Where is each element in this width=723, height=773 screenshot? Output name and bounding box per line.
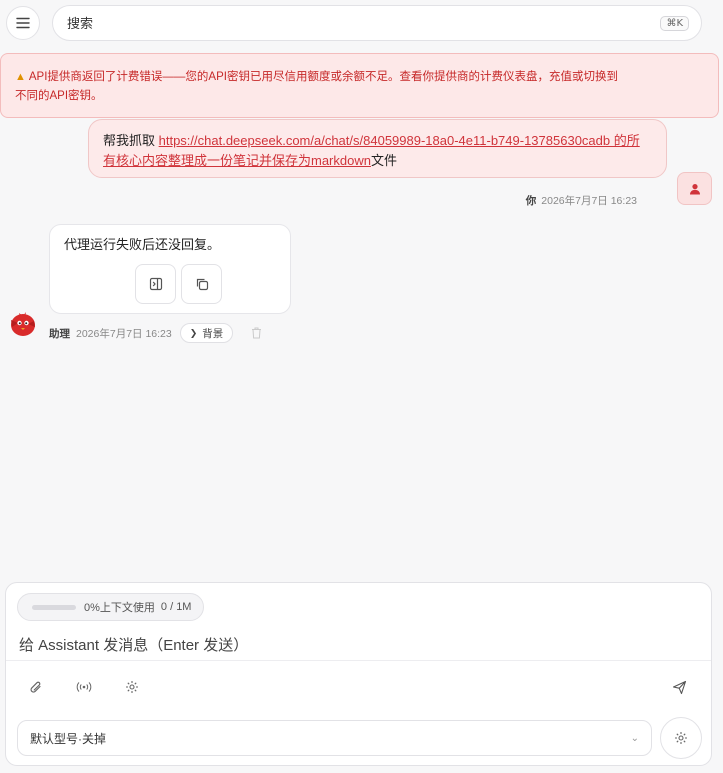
menu-button[interactable]	[6, 6, 40, 40]
user-author: 你	[525, 195, 537, 207]
composer-toolbar	[26, 677, 142, 697]
assistant-message-actions	[135, 264, 222, 304]
user-message-suffix: 文件	[370, 153, 397, 168]
chevron-right-icon: ❯	[189, 327, 198, 338]
trash-icon	[252, 327, 262, 339]
broadcast-button[interactable]	[74, 677, 94, 697]
context-usage-tokens: 0 / 1M	[160, 601, 192, 613]
chevron-down-icon: ⌄	[630, 732, 639, 744]
gear-icon	[675, 732, 687, 744]
broadcast-icon	[76, 682, 92, 692]
user-icon	[689, 183, 700, 194]
paperclip-icon	[30, 681, 41, 693]
user-message-prefix: 帮我抓取	[103, 133, 159, 148]
user-message-bubble: 帮我抓取 https://chat.deepseek.com/a/chat/s/…	[88, 119, 667, 178]
copy-icon	[196, 278, 208, 291]
assistant-avatar	[6, 307, 39, 340]
send-icon	[672, 680, 686, 694]
message-composer: 0%上下文使用 0 / 1M 默认型号·关掉 ⌄	[5, 582, 712, 766]
open-panel-button[interactable]	[135, 264, 176, 304]
composer-divider	[6, 660, 711, 661]
error-line-2: 不同的API密钥。	[15, 90, 103, 102]
user-timestamp: 2026年7月7日 16:23	[541, 195, 637, 207]
top-bar: ⌘K	[0, 0, 723, 46]
search-shortcut-badge: ⌘K	[660, 15, 689, 31]
red-bird-logo-icon	[11, 312, 35, 336]
context-usage-percent: 0%上下文使用	[84, 602, 155, 614]
context-usage-bar	[32, 604, 76, 610]
settings-button[interactable]	[122, 677, 142, 697]
warning-icon: ▲	[15, 71, 26, 83]
side-panel-icon	[149, 277, 162, 291]
assistant-message-text: 代理运行失败后还没回复。	[64, 237, 221, 252]
hamburger-icon	[16, 17, 30, 29]
user-avatar[interactable]	[677, 172, 712, 205]
model-settings-button[interactable]	[660, 717, 702, 759]
gear-icon	[126, 681, 138, 693]
search-input[interactable]	[67, 15, 661, 31]
assistant-message-meta: 助理 2026年7月7日 16:23 ❯ 背景	[49, 323, 262, 343]
assistant-message-bubble: 代理运行失败后还没回复。	[49, 224, 291, 314]
model-select[interactable]: 默认型号·关掉 ⌄	[17, 720, 652, 756]
background-toggle-button[interactable]: ❯ 背景	[179, 323, 234, 343]
billing-error-banner: ▲ API提供商返回了计费错误——您的API密钥已用尽信用额度或余额不足。查看你提…	[0, 53, 719, 118]
user-message-meta: 你 2026年7月7日 16:23	[526, 193, 637, 208]
assistant-timestamp: 2026年7月7日 16:23	[76, 327, 172, 340]
error-line-1: ▲ API提供商返回了计费错误——您的API密钥已用尽信用额度或余额不足。查看你提…	[15, 71, 618, 83]
model-select-label: 默认型号·关掉	[30, 731, 106, 746]
context-usage-pill[interactable]: 0%上下文使用 0 / 1M	[17, 593, 205, 621]
attach-button[interactable]	[26, 677, 46, 697]
search-bar[interactable]: ⌘K	[52, 5, 702, 41]
message-input[interactable]	[19, 633, 699, 657]
delete-button[interactable]	[251, 327, 262, 339]
assistant-author: 助理	[49, 327, 70, 340]
copy-button[interactable]	[181, 264, 222, 304]
send-button[interactable]	[669, 677, 689, 697]
